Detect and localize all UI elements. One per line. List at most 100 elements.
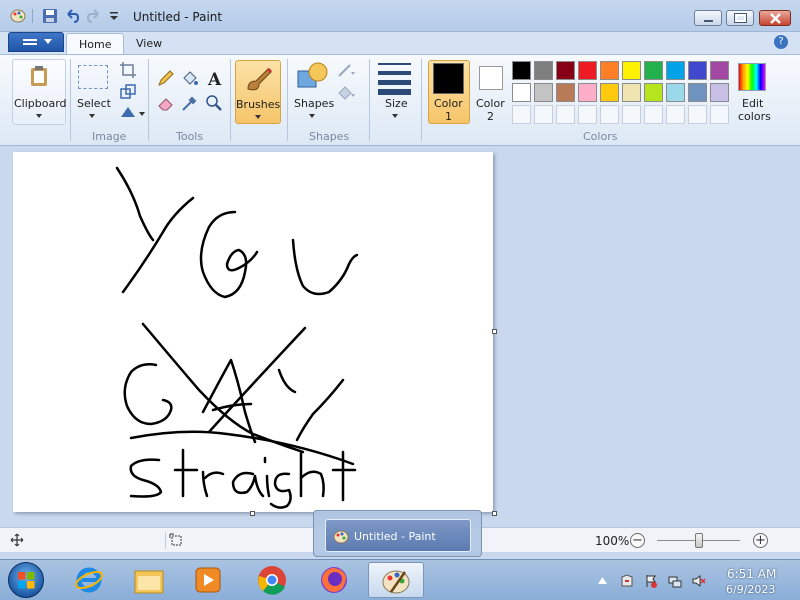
close-icon <box>770 13 781 24</box>
thumbnail-title: Untitled - Paint <box>354 530 436 543</box>
palette-swatch[interactable] <box>600 61 619 80</box>
edit-colors-label[interactable]: Edit <box>742 97 763 110</box>
clock-date[interactable]: 6/9/2023 <box>726 583 775 596</box>
network-icon[interactable] <box>668 574 682 588</box>
palette-custom-slot[interactable] <box>644 105 663 124</box>
edit-colors-icon[interactable] <box>738 63 766 91</box>
clock-time[interactable]: 6:51 AM <box>727 567 776 581</box>
clipboard-label: Clipboard <box>14 97 67 110</box>
palette-custom-slot[interactable] <box>710 105 729 124</box>
size-button[interactable]: Size <box>385 97 408 110</box>
colors-group-label: Colors <box>583 130 618 143</box>
fill-shape-icon[interactable] <box>336 83 356 103</box>
shapes-group-label: Shapes <box>309 130 350 143</box>
text-icon[interactable]: A <box>204 68 224 88</box>
undo-icon[interactable] <box>64 8 80 24</box>
palette-swatch[interactable] <box>666 83 685 102</box>
freehand-drawing <box>115 166 359 509</box>
taskbar-chrome[interactable] <box>245 562 301 598</box>
taskbar-media-player[interactable] <box>180 562 236 598</box>
palette-custom-slot[interactable] <box>622 105 641 124</box>
file-menu-button[interactable] <box>8 32 64 52</box>
palette-swatch[interactable] <box>512 61 531 80</box>
internet-explorer-icon <box>75 567 103 593</box>
drawing-canvas[interactable] <box>13 152 493 512</box>
tab-view[interactable]: View <box>124 33 174 55</box>
palette-swatch[interactable] <box>534 83 553 102</box>
minimize-button[interactable] <box>694 10 722 26</box>
show-hidden-icons-icon[interactable] <box>598 577 607 584</box>
zoom-out-button[interactable]: − <box>630 533 645 548</box>
flag-icon[interactable] <box>644 574 658 588</box>
select-icon[interactable] <box>78 65 108 89</box>
palette-custom-slot[interactable] <box>600 105 619 124</box>
taskbar-internet-explorer[interactable] <box>62 562 118 598</box>
taskbar-firefox[interactable] <box>307 562 363 598</box>
size-icon[interactable] <box>378 61 414 97</box>
palette-swatch[interactable] <box>534 61 553 80</box>
resize-handle-corner[interactable] <box>492 511 497 516</box>
palette-swatch[interactable] <box>710 61 729 80</box>
taskbar-paint[interactable] <box>368 562 424 598</box>
redo-icon[interactable] <box>86 8 102 24</box>
palette-swatch[interactable] <box>600 83 619 102</box>
palette-custom-slot[interactable] <box>688 105 707 124</box>
palette-swatch[interactable] <box>688 83 707 102</box>
help-icon[interactable]: ? <box>774 35 788 49</box>
action-center-icon[interactable] <box>620 574 634 588</box>
palette-swatch[interactable] <box>556 83 575 102</box>
resize-handle-right[interactable] <box>492 329 497 334</box>
maximize-button[interactable] <box>726 10 754 26</box>
crop-icon[interactable] <box>118 60 138 80</box>
paint-app-icon[interactable] <box>10 8 26 24</box>
shapes-button[interactable]: Shapes <box>294 97 334 110</box>
palette-swatch[interactable] <box>644 83 663 102</box>
palette-custom-slot[interactable] <box>578 105 597 124</box>
save-icon[interactable] <box>42 8 58 24</box>
palette-custom-slot[interactable] <box>556 105 575 124</box>
eraser-icon[interactable] <box>156 93 176 113</box>
magnifier-icon[interactable] <box>204 93 224 113</box>
palette-swatch[interactable] <box>644 61 663 80</box>
palette-custom-slot[interactable] <box>512 105 531 124</box>
svg-text:A: A <box>207 70 222 88</box>
close-button[interactable] <box>759 10 791 26</box>
taskbar-file-explorer[interactable] <box>121 562 177 598</box>
outline-icon[interactable] <box>336 61 356 81</box>
color1-sublabel: 1 <box>445 110 452 123</box>
palette-swatch[interactable] <box>710 83 729 102</box>
pencil-icon[interactable] <box>156 68 176 88</box>
media-player-icon <box>195 567 221 593</box>
thumbnail-window-item[interactable]: Untitled - Paint <box>325 519 471 552</box>
color-picker-icon[interactable] <box>180 93 200 113</box>
palette-swatch[interactable] <box>688 61 707 80</box>
rotate-icon[interactable] <box>118 103 138 123</box>
brush-icon <box>247 67 273 91</box>
edit-colors-sublabel[interactable]: colors <box>738 110 771 123</box>
palette-swatch[interactable] <box>556 61 575 80</box>
select-button[interactable]: Select <box>77 97 111 110</box>
volume-icon[interactable] <box>692 574 706 588</box>
palette-swatch[interactable] <box>578 61 597 80</box>
tab-home[interactable]: Home <box>66 33 125 55</box>
quick-access-dropdown-icon[interactable] <box>106 8 122 24</box>
palette-swatch[interactable] <box>622 83 641 102</box>
zoom-slider-thumb[interactable] <box>694 533 703 548</box>
resize-icon[interactable] <box>118 82 138 102</box>
color2-swatch[interactable] <box>479 66 503 90</box>
chevron-down-icon <box>89 114 95 118</box>
palette-swatch[interactable] <box>578 83 597 102</box>
palette-custom-slot[interactable] <box>666 105 685 124</box>
start-button[interactable] <box>8 562 44 598</box>
palette-swatch[interactable] <box>666 61 685 80</box>
shapes-icon[interactable] <box>296 61 330 91</box>
fill-icon[interactable] <box>180 68 200 88</box>
palette-custom-slot[interactable] <box>534 105 553 124</box>
zoom-in-button[interactable]: + <box>753 533 768 548</box>
resize-handle-bottom[interactable] <box>250 511 255 516</box>
palette-swatch[interactable] <box>622 61 641 80</box>
brushes-button[interactable]: Brushes <box>235 60 281 124</box>
palette-swatch[interactable] <box>512 83 531 102</box>
maximize-icon <box>734 13 747 23</box>
firefox-icon <box>321 567 347 593</box>
